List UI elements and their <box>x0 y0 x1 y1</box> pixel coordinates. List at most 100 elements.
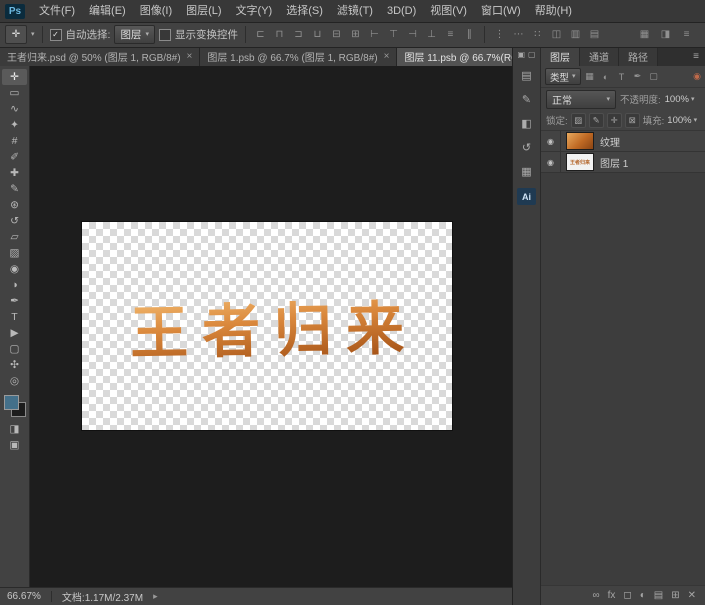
visibility-eye-icon[interactable]: ◉ <box>541 131 561 151</box>
history-panel-icon[interactable]: ↺ <box>517 140 536 155</box>
layer-style-icon[interactable]: fx <box>608 591 616 601</box>
menu-window[interactable]: 窗口(W) <box>474 0 528 22</box>
lock-position-icon[interactable]: ✛ <box>607 113 622 128</box>
lock-transparent-icon[interactable]: ▨ <box>571 113 586 128</box>
crop-tool[interactable]: # <box>2 133 27 149</box>
filter-pixel-layers-icon[interactable]: ▦ <box>583 70 597 84</box>
3d-pan-icon[interactable]: ▤ <box>587 27 602 42</box>
document-tab-2[interactable]: 图层 1.psb @ 66.7% (图层 1, RGB/8#) × <box>200 47 397 66</box>
move-tool[interactable]: ✛ <box>2 69 27 85</box>
swatches-panel-icon[interactable]: ▦ <box>517 164 536 179</box>
pen-tool[interactable]: ✒ <box>2 293 27 309</box>
menu-edit[interactable]: 编辑(E) <box>82 0 133 22</box>
auto-select-target-dropdown[interactable]: 图层 ▾ <box>114 25 155 44</box>
blend-mode-dropdown[interactable]: 正常 ▾ <box>546 90 616 109</box>
filter-shape-layers-icon[interactable]: ✒ <box>631 70 645 84</box>
filter-toggle-icon[interactable]: ◉ <box>693 71 701 82</box>
spot-healing-brush-tool[interactable]: ✚ <box>2 165 27 181</box>
brush-panel-icon[interactable]: ✎ <box>517 92 536 107</box>
clone-stamp-tool[interactable]: ⊛ <box>2 197 27 213</box>
opacity-field[interactable]: 100% ▾ <box>665 94 695 105</box>
filter-kind-dropdown[interactable]: 类型 ▾ <box>545 68 581 85</box>
menu-layer[interactable]: 图层(L) <box>179 0 228 22</box>
new-group-icon[interactable]: ▤ <box>654 591 663 601</box>
lasso-tool[interactable]: ∿ <box>2 101 27 117</box>
filter-smart-objects-icon[interactable]: ▢ <box>647 70 661 84</box>
distribute-spacing-h-icon[interactable]: ⋯ <box>511 27 526 42</box>
menu-file[interactable]: 文件(F) <box>32 0 82 22</box>
panel-grid-icon[interactable]: ▦ <box>637 27 652 42</box>
visibility-eye-icon[interactable]: ◉ <box>541 152 561 172</box>
ai-panel-icon[interactable]: Ai <box>517 188 536 205</box>
panel-menu-icon[interactable]: ≡ <box>687 47 705 66</box>
layer-row-texture[interactable]: ◉ 纹理 <box>541 131 705 152</box>
tab-channels[interactable]: 通道 <box>580 47 619 66</box>
close-icon[interactable]: × <box>384 51 390 62</box>
show-transform-checkbox[interactable] <box>159 29 171 41</box>
brush-tool[interactable]: ✎ <box>2 181 27 197</box>
menu-view[interactable]: 视图(V) <box>423 0 474 22</box>
gradient-tool[interactable]: ▨ <box>2 245 27 261</box>
distribute-spacing-v-icon[interactable]: ⋮ <box>492 27 507 42</box>
distribute-top-icon[interactable]: ⊢ <box>367 27 382 42</box>
3d-roll-icon[interactable]: ▥ <box>568 27 583 42</box>
add-layer-mask-icon[interactable]: ◻ <box>623 591 631 601</box>
screen-mode-button[interactable]: ▣ <box>2 437 27 453</box>
status-options-arrow-icon[interactable]: ▸ <box>153 591 158 602</box>
menu-3d[interactable]: 3D(D) <box>380 0 423 22</box>
blur-tool[interactable]: ◉ <box>2 261 27 277</box>
tab-layers[interactable]: 图层 <box>541 47 580 66</box>
zoom-level-field[interactable]: 66.67% <box>7 591 41 602</box>
filter-type-layers-icon[interactable]: T <box>615 70 629 84</box>
rectangle-tool[interactable]: ▢ <box>2 341 27 357</box>
layer-thumbnail[interactable] <box>566 132 594 150</box>
menu-select[interactable]: 选择(S) <box>279 0 330 22</box>
align-left-edges-icon[interactable]: ⊏ <box>253 27 268 42</box>
align-h-centers-icon[interactable]: ⊓ <box>272 27 287 42</box>
auto-select-checkbox[interactable]: ✓ <box>50 29 62 41</box>
adjustment-layer-icon[interactable]: ◐ <box>640 591 646 601</box>
tab-paths[interactable]: 路径 <box>619 47 658 66</box>
link-layers-icon[interactable]: ∞ <box>592 591 599 601</box>
move-tool-preset-icon[interactable]: ✛ <box>5 25 27 44</box>
layer-row-layer-1[interactable]: ◉ 王者归来 图层 1 <box>541 152 705 173</box>
delete-layer-icon[interactable]: ✕ <box>688 591 696 601</box>
hand-tool[interactable]: ✣ <box>2 357 27 373</box>
adjustments-panel-icon[interactable]: ◧ <box>517 116 536 131</box>
close-icon[interactable]: × <box>187 51 193 62</box>
eraser-tool[interactable]: ▱ <box>2 229 27 245</box>
new-layer-icon[interactable]: ⊞ <box>671 591 679 601</box>
rectangular-marquee-tool[interactable]: ▭ <box>2 85 27 101</box>
quick-mask-button[interactable]: ◨ <box>2 421 27 437</box>
distribute-bottom-icon[interactable]: ⊣ <box>405 27 420 42</box>
horizontal-type-tool[interactable]: T <box>2 309 27 325</box>
menu-filter[interactable]: 滤镜(T) <box>330 0 380 22</box>
align-distribute-icon[interactable]: ∷ <box>530 27 545 42</box>
distribute-left-icon[interactable]: ⊥ <box>424 27 439 42</box>
document-tab-1[interactable]: 王者归来.psd @ 50% (图层 1, RGB/8#) × <box>0 47 200 66</box>
align-v-centers-icon[interactable]: ⊟ <box>329 27 344 42</box>
canvas-area[interactable]: 王者归来 <box>30 66 513 588</box>
dodge-tool[interactable]: ◑ <box>2 277 27 293</box>
dock-mini-icon[interactable]: ▣ <box>517 50 525 59</box>
distribute-v-centers-icon[interactable]: ⊤ <box>386 27 401 42</box>
path-selection-tool[interactable]: ▶ <box>2 325 27 341</box>
filter-adjustment-layers-icon[interactable]: ◐ <box>599 70 613 84</box>
align-right-edges-icon[interactable]: ⊐ <box>291 27 306 42</box>
zoom-tool[interactable]: ◎ <box>2 373 27 389</box>
align-top-edges-icon[interactable]: ⊔ <box>310 27 325 42</box>
align-bottom-edges-icon[interactable]: ⊞ <box>348 27 363 42</box>
dock-mini-icon[interactable]: ▢ <box>528 50 536 59</box>
lock-all-icon[interactable]: ⊠ <box>625 113 640 128</box>
menu-help[interactable]: 帮助(H) <box>528 0 579 22</box>
styles-panel-icon[interactable]: ▤ <box>517 68 536 83</box>
layer-thumbnail[interactable]: 王者归来 <box>566 153 594 171</box>
distribute-h-centers-icon[interactable]: ≡ <box>443 27 458 42</box>
menu-image[interactable]: 图像(I) <box>133 0 179 22</box>
app-menu-icon[interactable]: ≡ <box>679 27 694 42</box>
foreground-color-swatch[interactable] <box>4 395 19 410</box>
eyedropper-tool[interactable]: ✐ <box>2 149 27 165</box>
history-brush-tool[interactable]: ↺ <box>2 213 27 229</box>
workspace-icon[interactable]: ◨ <box>658 27 673 42</box>
menu-type[interactable]: 文字(Y) <box>229 0 280 22</box>
